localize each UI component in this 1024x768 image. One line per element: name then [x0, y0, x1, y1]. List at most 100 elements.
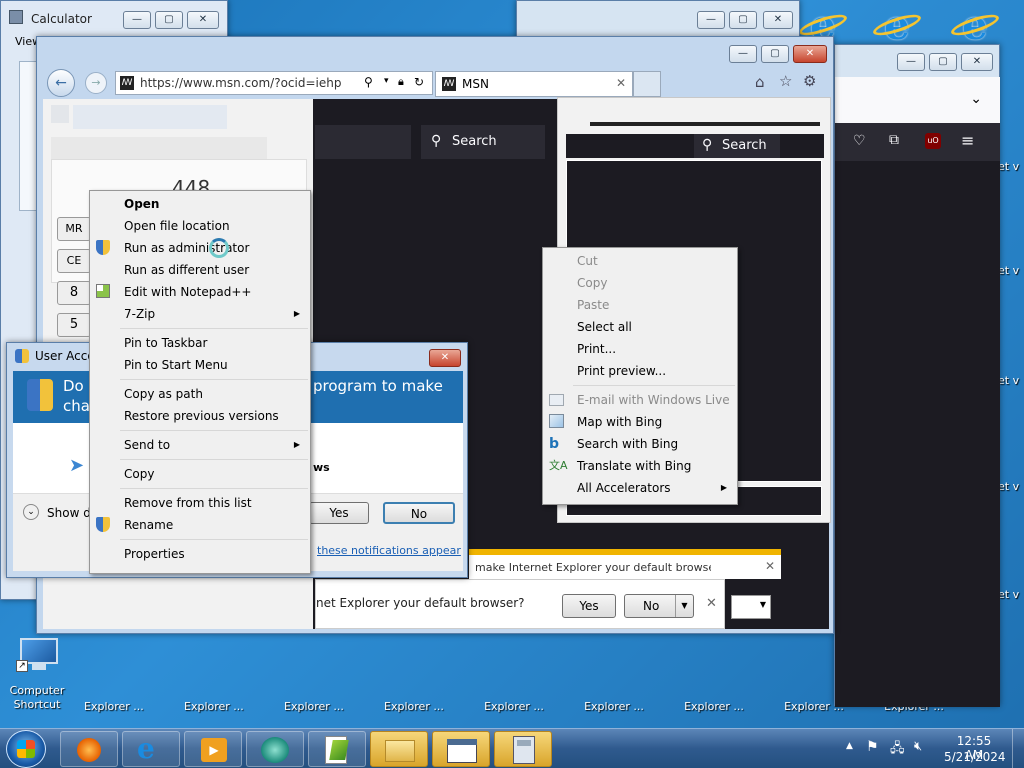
- background-window[interactable]: — ▢ ✕: [516, 0, 800, 40]
- shortcut-menu-item-copy-as-path[interactable]: Copy as path: [90, 383, 310, 405]
- chevron-down-icon[interactable]: ⌄: [970, 91, 982, 107]
- close-icon[interactable]: ✕: [706, 596, 717, 611]
- calc-key-mr[interactable]: MR: [57, 217, 91, 241]
- notifications-link[interactable]: these notifications appear: [317, 544, 461, 557]
- shortcut-menu-item-open[interactable]: Open: [90, 193, 310, 215]
- extensions-icon[interactable]: ⧉: [889, 132, 899, 148]
- computer-shortcut-label: Computer: [9, 684, 65, 697]
- close-tab-icon[interactable]: ✕: [616, 76, 626, 90]
- ie-menu-item-all-accelerators[interactable]: All Accelerators ▶: [543, 477, 737, 499]
- close-button[interactable]: ✕: [763, 11, 793, 29]
- taskbar: e ▶ ▲ ⚑ 🖧︎ 🔇︎ 12:55 AM 5/21/2024: [0, 728, 1024, 768]
- show-desktop-button[interactable]: [1012, 729, 1024, 768]
- ie-menu-item-translate-with-bing[interactable]: 文A Translate with Bing: [543, 455, 737, 477]
- window-icon[interactable]: [432, 731, 490, 767]
- maximize-button[interactable]: ▢: [761, 45, 789, 63]
- search-icon: ⚲: [431, 133, 442, 149]
- action-center-flag-icon[interactable]: ⚑: [866, 739, 879, 755]
- search-icon[interactable]: ⚲: [364, 75, 373, 89]
- search-box[interactable]: ⚲ Search: [694, 134, 780, 158]
- desktop-ie-icon[interactable]: e: [948, 4, 1002, 48]
- menu-item-label: 7-Zip: [124, 307, 156, 321]
- calc-key-5[interactable]: 5: [57, 313, 91, 337]
- shortcut-menu-item-restore-previous-versions[interactable]: Restore previous versions: [90, 405, 310, 427]
- shortcut-menu-item-send-to[interactable]: Send to ▶: [90, 434, 310, 456]
- computer-shortcut-icon[interactable]: ↗: [14, 636, 64, 676]
- ie-menu-item-select-all[interactable]: Select all: [543, 316, 737, 338]
- home-icon[interactable]: ⌂: [755, 73, 765, 91]
- clock-date[interactable]: 5/21/2024: [944, 750, 1006, 764]
- ie-icon[interactable]: e: [122, 731, 180, 767]
- chevron-down-icon[interactable]: ▼: [760, 600, 766, 609]
- media-player-icon[interactable]: ▶: [184, 731, 242, 767]
- ublock-icon[interactable]: uO: [925, 133, 941, 149]
- menu-item-label: Open: [124, 197, 160, 211]
- ie-context-menu: Cut Copy Paste Select all Print... Print prev…: [542, 247, 738, 505]
- show-hidden-icons-icon[interactable]: ▲: [846, 741, 853, 751]
- email-icon: [549, 392, 565, 408]
- firefox-window[interactable]: — ▢ ✕ ⌄ ♡ ⧉ uO ≡: [834, 44, 1000, 707]
- new-tab-button[interactable]: [633, 71, 661, 97]
- program-icon: ➤: [69, 455, 85, 476]
- calculator-icon[interactable]: [494, 731, 552, 767]
- firefox-icon[interactable]: [60, 731, 118, 767]
- shortcut-menu-item-7-zip[interactable]: 7-Zip ▶: [90, 303, 310, 325]
- maximize-button[interactable]: ▢: [729, 11, 757, 29]
- minimize-button[interactable]: —: [123, 11, 151, 29]
- no-button[interactable]: No ▼: [624, 594, 694, 618]
- shortcut-menu-item-properties[interactable]: Properties: [90, 543, 310, 565]
- address-bar[interactable]: ꟿ https://www.msn.com/?ocid=iehp ⚲ ▾ 🔒︎ …: [115, 71, 433, 95]
- bing-icon: b: [549, 436, 560, 452]
- shortcut-menu-item-run-as-different-user[interactable]: Run as different user: [90, 259, 310, 281]
- favorites-icon[interactable]: ☆: [779, 72, 792, 90]
- gear-icon[interactable]: ⚙: [803, 72, 816, 90]
- shortcut-menu-item-copy[interactable]: Copy: [90, 463, 310, 485]
- shortcut-menu-item-remove-from-this-list[interactable]: Remove from this list: [90, 492, 310, 514]
- back-button[interactable]: ←: [47, 69, 75, 97]
- network-icon[interactable]: 🖧︎: [890, 739, 905, 761]
- yes-button[interactable]: Yes: [562, 594, 616, 618]
- minimize-button[interactable]: —: [729, 45, 757, 63]
- maximize-button[interactable]: ▢: [929, 53, 957, 71]
- start-button[interactable]: [6, 730, 46, 768]
- forward-button[interactable]: →: [85, 72, 107, 94]
- ie-menu-item-map-with-bing[interactable]: Map with Bing: [543, 411, 737, 433]
- search-icon: ⚲: [702, 137, 713, 153]
- close-button[interactable]: ✕: [187, 11, 219, 29]
- minimize-button[interactable]: —: [697, 11, 725, 29]
- shortcut-menu-item-edit-with-notepad[interactable]: Edit with Notepad++: [90, 281, 310, 303]
- close-icon[interactable]: ✕: [765, 559, 775, 573]
- menu-item-label: Properties: [124, 547, 185, 561]
- menu-icon[interactable]: ≡: [961, 131, 974, 150]
- app-green-icon[interactable]: [246, 731, 304, 767]
- ie-menu-item-print-preview[interactable]: Print preview...: [543, 360, 737, 382]
- pocket-icon[interactable]: ♡: [853, 133, 866, 149]
- search-box[interactable]: ⚲ Search: [421, 125, 545, 159]
- dropdown-icon[interactable]: ▾: [384, 76, 389, 86]
- no-button[interactable]: No: [383, 502, 455, 524]
- refresh-icon[interactable]: ↻: [414, 75, 424, 89]
- ie-menu-item-search-with-bing[interactable]: b Search with Bing: [543, 433, 737, 455]
- shortcut-menu-item-pin-to-start-menu[interactable]: Pin to Start Menu: [90, 354, 310, 376]
- chevron-down-icon[interactable]: ▼: [675, 595, 693, 617]
- notepadpp-icon[interactable]: [308, 731, 366, 767]
- desktop-ie-icon[interactable]: e: [870, 4, 924, 48]
- shortcut-menu-item-rename[interactable]: Rename: [90, 514, 310, 536]
- close-button[interactable]: ✕: [961, 53, 993, 71]
- chevron-down-icon[interactable]: ⌄: [23, 504, 39, 520]
- close-button[interactable]: ✕: [429, 349, 461, 367]
- explorer-icon[interactable]: [370, 731, 428, 767]
- calc-key-ce[interactable]: CE: [57, 249, 91, 273]
- ie-menu-item-print[interactable]: Print...: [543, 338, 737, 360]
- maximize-button[interactable]: ▢: [155, 11, 183, 29]
- shortcut-menu-item-run-as-administrator[interactable]: Run as administrator: [90, 237, 310, 259]
- shortcut-menu-item-pin-to-taskbar[interactable]: Pin to Taskbar: [90, 332, 310, 354]
- close-button[interactable]: ✕: [793, 45, 827, 63]
- minimize-button[interactable]: —: [897, 53, 925, 71]
- yes-button[interactable]: Yes: [309, 502, 369, 524]
- url-text[interactable]: https://www.msn.com/?ocid=iehp: [140, 76, 341, 90]
- tab-msn[interactable]: ꟿ MSN ✕: [435, 71, 633, 97]
- calc-key-8[interactable]: 8: [57, 281, 91, 305]
- shortcut-menu-item-open-file-location[interactable]: Open file location: [90, 215, 310, 237]
- volume-muted-icon[interactable]: 🔇︎: [914, 739, 922, 754]
